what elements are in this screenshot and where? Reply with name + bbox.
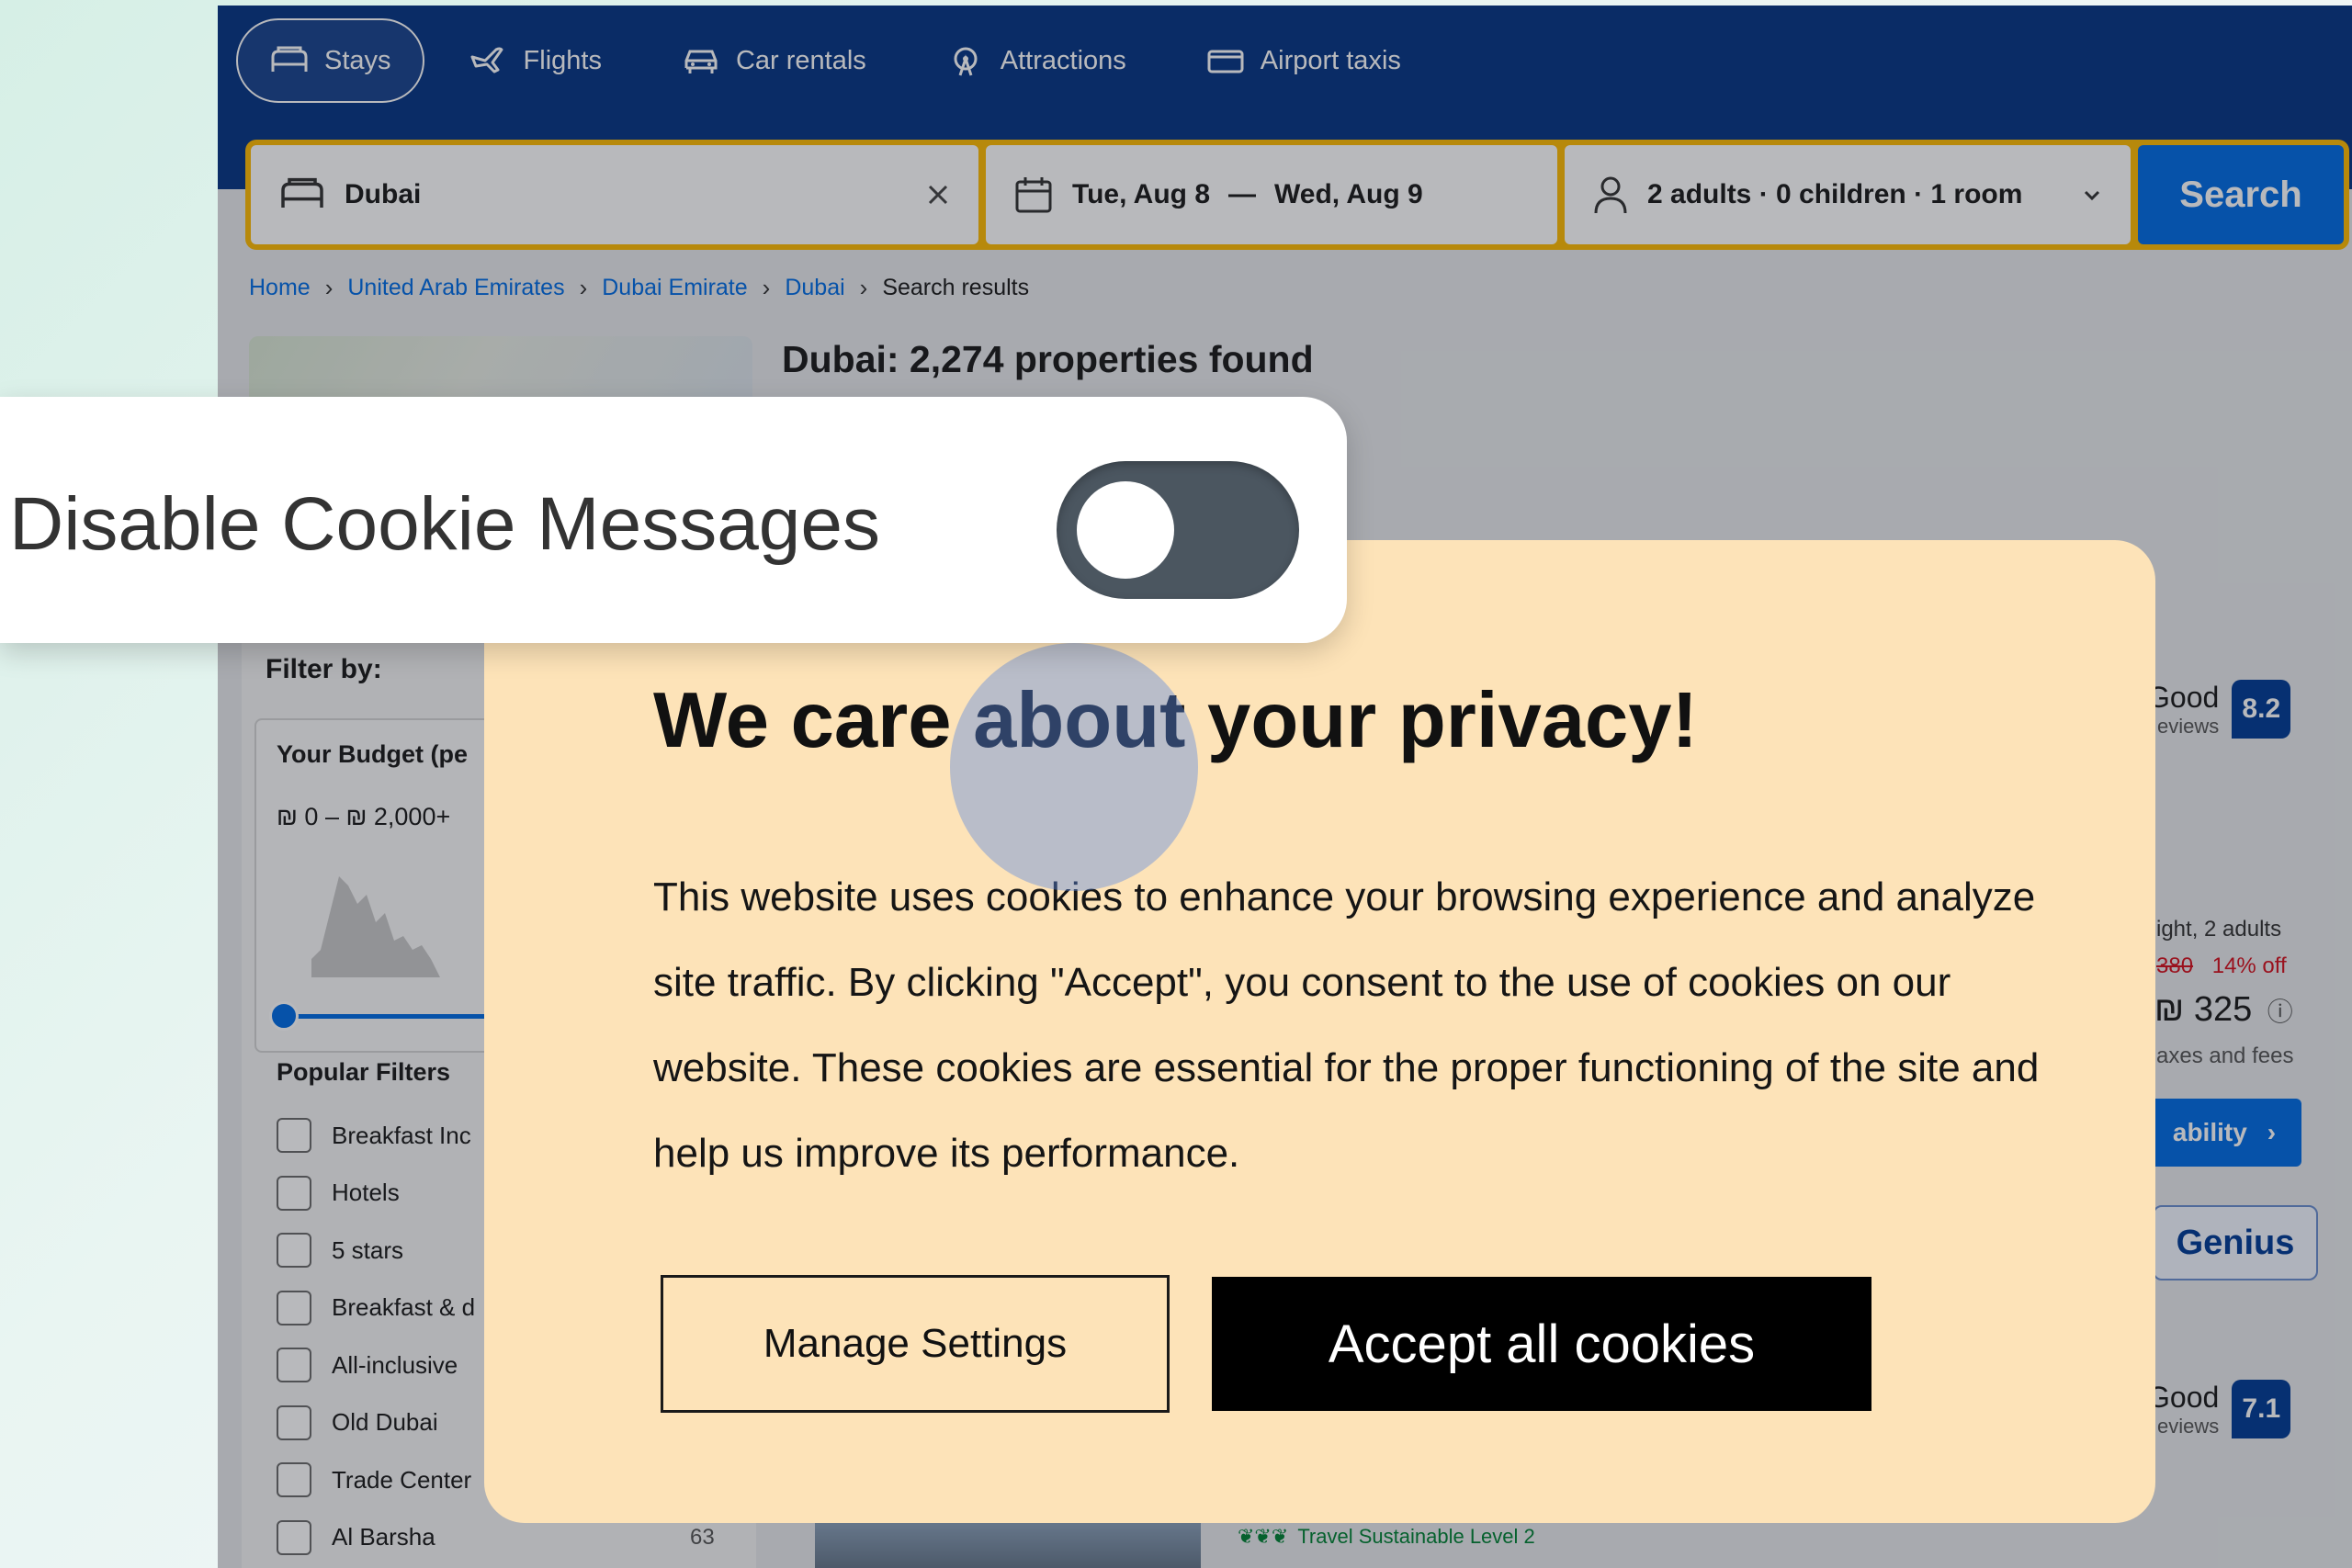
accept-all-cookies-button[interactable]: Accept all cookies (1212, 1277, 1871, 1411)
disable-cookie-messages-toggle[interactable] (1057, 461, 1299, 599)
consent-body: This website uses cookies to enhance you… (653, 874, 2040, 1176)
disable-cookie-messages-card: Disable Cookie Messages (0, 397, 1347, 643)
cookie-consent-dialog: We care about your privacy! This website… (484, 540, 2155, 1523)
manage-settings-button[interactable]: Manage Settings (661, 1275, 1170, 1413)
toggle-knob[interactable] (1077, 481, 1174, 579)
toggle-label: Disable Cookie Messages (9, 482, 881, 566)
cursor-highlight (950, 643, 1198, 891)
